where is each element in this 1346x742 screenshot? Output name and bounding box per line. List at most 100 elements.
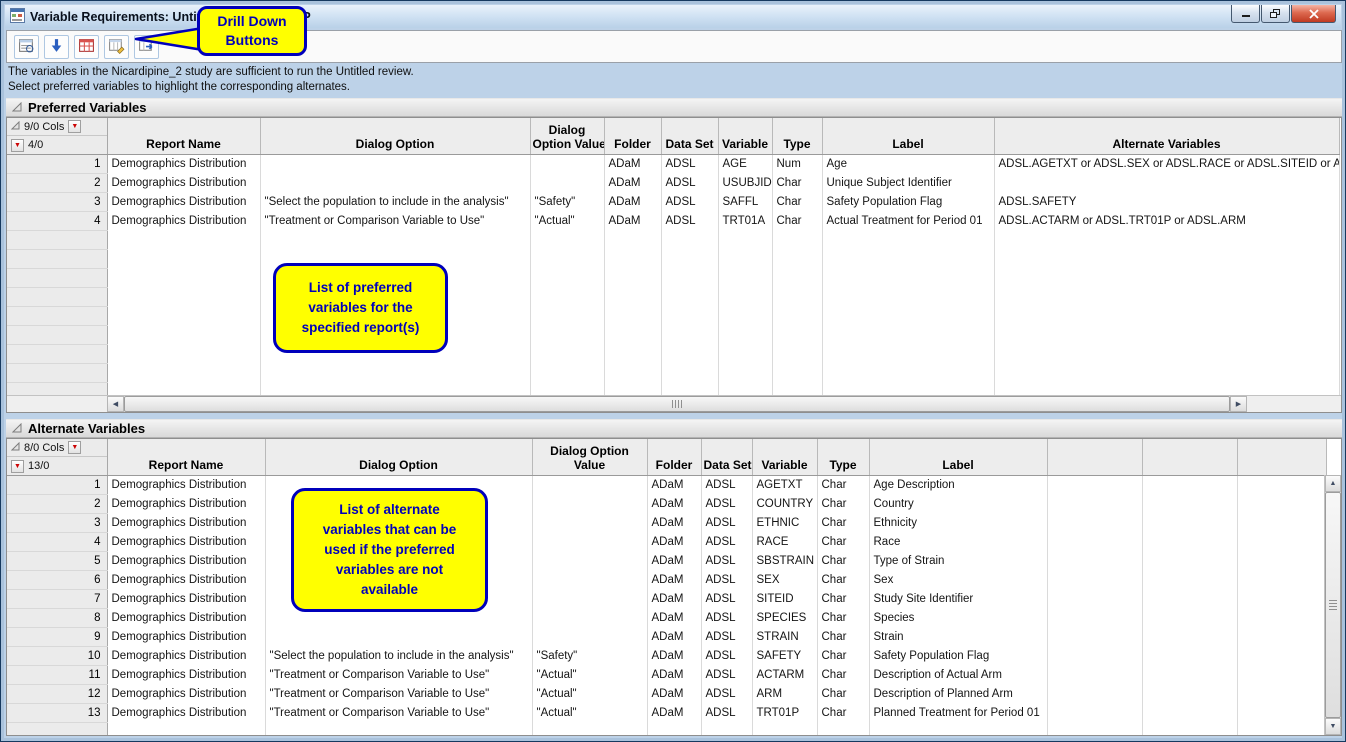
column-header[interactable]: Report Name (107, 118, 260, 155)
alternate-section-header[interactable]: Alternate Variables (6, 419, 1342, 438)
table-row[interactable] (7, 288, 1339, 307)
cell-label[interactable] (822, 307, 994, 326)
cell-report-name[interactable]: Demographics Distribution (107, 609, 265, 628)
cell-label[interactable]: Safety Population Flag (869, 647, 1047, 666)
cell-dialog-option[interactable] (260, 174, 530, 193)
cell-empty[interactable] (1142, 571, 1237, 590)
cell-folder[interactable]: ADaM (647, 704, 701, 723)
cell-data-set[interactable] (661, 345, 718, 364)
cell-dialog-option-value[interactable] (532, 590, 647, 609)
cell-report-name[interactable]: Demographics Distribution (107, 590, 265, 609)
cell-alternate-variables[interactable] (994, 288, 1339, 307)
cell-dialog-option-value[interactable] (532, 495, 647, 514)
column-header[interactable]: Data Set (701, 439, 752, 476)
cell-folder[interactable]: ADaM (604, 155, 661, 174)
cell-variable[interactable]: ARM (752, 685, 817, 704)
cell-folder[interactable]: ADaM (647, 628, 701, 647)
cell-report-name[interactable] (107, 345, 260, 364)
cell-report-name[interactable] (107, 723, 265, 737)
cell-folder[interactable]: ADaM (604, 174, 661, 193)
column-header[interactable]: Variable (752, 439, 817, 476)
row-number[interactable] (7, 307, 107, 326)
scroll-thumb[interactable] (1325, 492, 1341, 718)
cell-report-name[interactable]: Demographics Distribution (107, 514, 265, 533)
table-row[interactable]: 12 Demographics Distribution "Treatment … (7, 685, 1326, 704)
cell-data-set[interactable]: ADSL (661, 212, 718, 231)
cell-data-set[interactable]: ADSL (701, 590, 752, 609)
cell-report-name[interactable]: Demographics Distribution (107, 193, 260, 212)
cell-empty[interactable] (1047, 533, 1142, 552)
restore-button[interactable] (1261, 5, 1290, 23)
cell-empty[interactable] (1237, 495, 1326, 514)
cell-report-name[interactable]: Demographics Distribution (107, 155, 260, 174)
cell-variable[interactable]: ETHNIC (752, 514, 817, 533)
disclosure-icon[interactable] (12, 100, 22, 115)
cell-type[interactable] (772, 231, 822, 250)
cell-variable[interactable] (718, 345, 772, 364)
cell-variable[interactable] (718, 250, 772, 269)
cell-label[interactable] (822, 326, 994, 345)
cell-dialog-option-value[interactable]: "Safety" (530, 193, 604, 212)
row-number[interactable] (7, 364, 107, 383)
row-number[interactable]: 13 (7, 704, 107, 723)
cell-type[interactable]: Char (817, 514, 869, 533)
cell-folder[interactable] (604, 231, 661, 250)
cell-dialog-option-value[interactable] (530, 307, 604, 326)
row-number[interactable] (7, 288, 107, 307)
cell-folder[interactable]: ADaM (647, 476, 701, 495)
cell-variable[interactable]: SPECIES (752, 609, 817, 628)
cell-dialog-option[interactable] (260, 231, 530, 250)
cell-alternate-variables[interactable] (994, 269, 1339, 288)
rows-menu-icon[interactable]: ▼ (11, 460, 24, 473)
cell-report-name[interactable]: Demographics Distribution (107, 666, 265, 685)
cell-variable[interactable]: AGETXT (752, 476, 817, 495)
column-header[interactable]: Label (869, 439, 1047, 476)
cell-dialog-option[interactable] (260, 364, 530, 383)
cell-type[interactable]: Char (817, 666, 869, 685)
cell-data-set[interactable]: ADSL (701, 609, 752, 628)
row-number[interactable]: 11 (7, 666, 107, 685)
cell-folder[interactable]: ADaM (604, 193, 661, 212)
cell-dialog-option-value[interactable] (532, 552, 647, 571)
cell-data-set[interactable]: ADSL (661, 193, 718, 212)
cell-type[interactable]: Num (772, 155, 822, 174)
cell-dialog-option-value[interactable]: "Actual" (532, 666, 647, 685)
cell-empty[interactable] (1237, 609, 1326, 628)
table-row[interactable]: 5 Demographics Distribution ADaM ADSL SB… (7, 552, 1326, 571)
disclosure-icon[interactable] (11, 442, 20, 454)
column-header[interactable]: Alternate Variables (994, 118, 1339, 155)
cell-dialog-option-value[interactable] (530, 231, 604, 250)
cell-dialog-option-value[interactable] (530, 155, 604, 174)
cell-report-name[interactable]: Demographics Distribution (107, 174, 260, 193)
cell-data-set[interactable]: ADSL (701, 647, 752, 666)
table-row[interactable]: 6 Demographics Distribution ADaM ADSL SE… (7, 571, 1326, 590)
row-number[interactable]: 6 (7, 571, 107, 590)
drill-down-arrow-button[interactable] (44, 35, 69, 59)
columns-menu-icon[interactable]: ▼ (68, 120, 81, 133)
cell-type[interactable]: Char (817, 704, 869, 723)
cell-report-name[interactable]: Demographics Distribution (107, 212, 260, 231)
row-number[interactable]: 9 (7, 628, 107, 647)
column-header[interactable]: Folder (647, 439, 701, 476)
cell-variable[interactable]: USUBJID (718, 174, 772, 193)
cell-label[interactable]: Description of Actual Arm (869, 666, 1047, 685)
cell-empty[interactable] (1142, 666, 1237, 685)
cell-empty[interactable] (1142, 476, 1237, 495)
row-number[interactable]: 1 (7, 476, 107, 495)
cell-label[interactable] (822, 345, 994, 364)
disclosure-icon[interactable] (11, 121, 20, 133)
table-row[interactable]: 7 Demographics Distribution ADaM ADSL SI… (7, 590, 1326, 609)
cell-variable[interactable] (718, 231, 772, 250)
cell-type[interactable]: Char (817, 533, 869, 552)
cell-type[interactable]: Char (817, 495, 869, 514)
cell-report-name[interactable] (107, 307, 260, 326)
cell-variable[interactable]: SAFETY (752, 647, 817, 666)
cell-report-name[interactable]: Demographics Distribution (107, 628, 265, 647)
cell-dialog-option-value[interactable] (530, 326, 604, 345)
table-row[interactable] (7, 250, 1339, 269)
cell-variable[interactable] (718, 288, 772, 307)
table-row[interactable] (7, 723, 1326, 737)
cell-alternate-variables[interactable] (994, 326, 1339, 345)
cell-data-set[interactable] (661, 364, 718, 383)
table-row[interactable] (7, 269, 1339, 288)
